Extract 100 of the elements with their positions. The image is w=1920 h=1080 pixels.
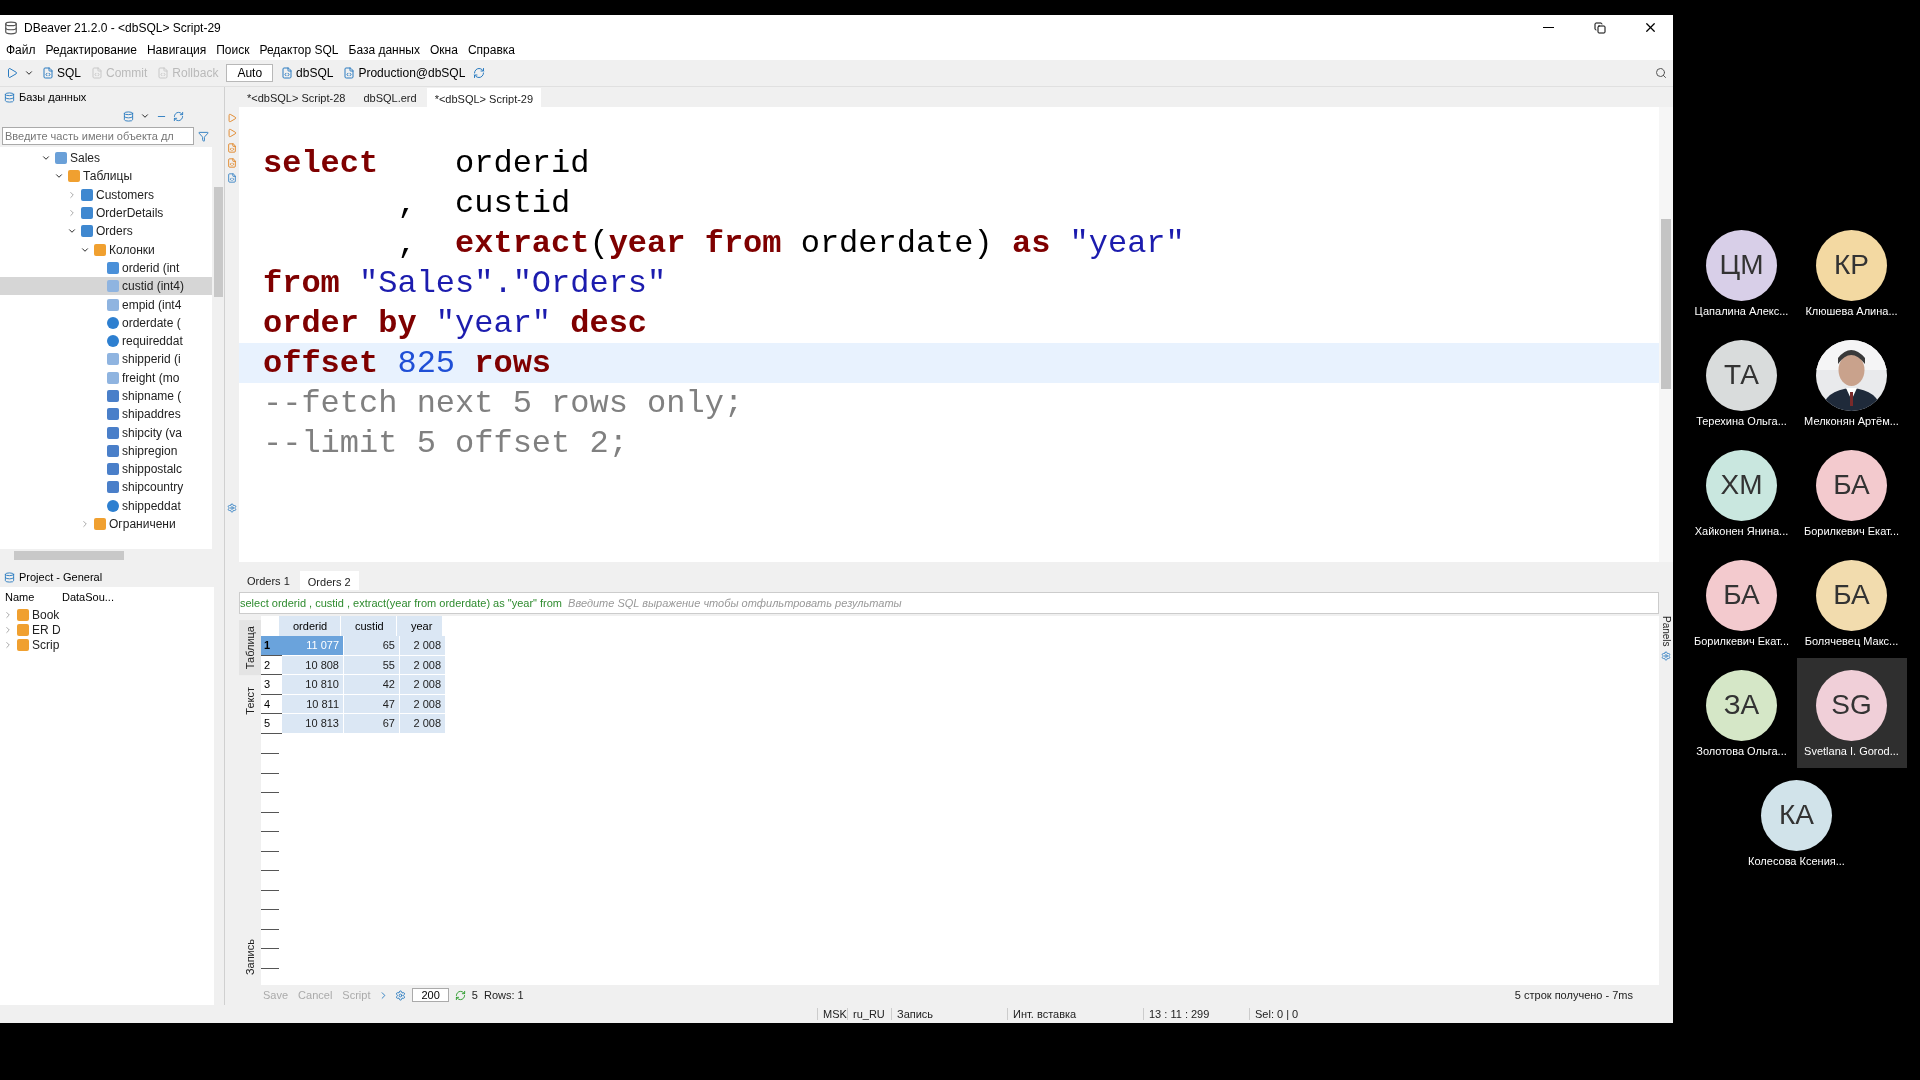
- tree-item[interactable]: shipname (: [0, 386, 212, 406]
- tree-item[interactable]: ER D: [0, 622, 214, 638]
- tree-item[interactable]: Orders: [0, 222, 212, 241]
- document-icon: [157, 67, 170, 79]
- avatar: БА: [1816, 559, 1887, 631]
- code-line: select orderid: [262, 143, 591, 183]
- table-cell: 2 008: [400, 655, 446, 675]
- toolbar-button[interactable]: Production@dbSQL: [341, 63, 468, 83]
- collapsed-chevron-icon[interactable]: [80, 519, 90, 530]
- participant-name: Золотова Ольга...: [1696, 744, 1787, 757]
- status-item: MSK: [817, 1008, 847, 1020]
- view-tab[interactable]: Таблица: [239, 620, 261, 676]
- query-filter-bar[interactable]: select orderid , custid , extract(year from orderdate) as "year" from Введите SQL выражение чтобы отфильтровать результаты: [239, 592, 1659, 614]
- participant-tile[interactable]: БА Болячевец Макс...: [1796, 548, 1907, 658]
- tree-item[interactable]: shipcountry: [0, 478, 212, 497]
- refresh-icon[interactable]: [473, 67, 486, 79]
- tree-item[interactable]: Колонки: [0, 240, 212, 259]
- script-icon[interactable]: [227, 143, 237, 153]
- code-line: , custid: [396, 183, 572, 223]
- tree-item[interactable]: Customers: [0, 185, 212, 204]
- script-icon[interactable]: [227, 158, 237, 168]
- toolbar-button[interactable]: SQL: [40, 63, 83, 83]
- tree-item[interactable]: shipregion: [0, 441, 212, 461]
- tree-item[interactable]: requireddat: [0, 331, 212, 351]
- tree-item[interactable]: Таблицы: [0, 167, 212, 186]
- participant-tile[interactable]: БА Борилкевич Екат...: [1796, 438, 1907, 548]
- filter-icon[interactable]: [198, 130, 209, 142]
- menu-item[interactable]: Редактор SQL: [259, 43, 339, 57]
- table-cell: 67: [344, 714, 400, 734]
- search-icon[interactable]: [1655, 67, 1667, 79]
- refresh-icon[interactable]: [454, 989, 466, 1001]
- caret-icon[interactable]: [140, 111, 150, 121]
- new-connection-icon[interactable]: [123, 110, 134, 122]
- column-header[interactable]: orderid: [279, 616, 341, 636]
- fetch-size-field[interactable]: 200: [412, 988, 449, 1002]
- tree-item[interactable]: custid (int4): [0, 277, 212, 296]
- participant-tile[interactable]: КР Клюшева Алина...: [1796, 218, 1907, 328]
- participant-tile[interactable]: ЗА Золотова Ольга...: [1686, 658, 1797, 768]
- minimize-icon: [1543, 27, 1554, 28]
- tree-item[interactable]: shippostalc: [0, 460, 212, 479]
- table-cell: 42: [344, 675, 400, 695]
- result-tab[interactable]: Orders 1: [239, 571, 298, 590]
- participant-tile[interactable]: ЦМ Цапалина Алекс...: [1686, 218, 1797, 328]
- tree-item[interactable]: Scrip: [0, 637, 214, 653]
- tree-item[interactable]: orderdate (: [0, 313, 212, 332]
- settings-icon[interactable]: [227, 503, 237, 513]
- filter-field[interactable]: Введите часть имени объекта дл: [2, 127, 194, 145]
- participant-tile[interactable]: ХМ Хайконен Янина...: [1686, 438, 1797, 548]
- commit-mode-field[interactable]: Auto: [226, 64, 274, 82]
- menu-item[interactable]: Поиск: [216, 43, 250, 57]
- collapsed-chevron-icon[interactable]: [67, 189, 77, 200]
- menu-item[interactable]: База данных: [348, 43, 420, 57]
- caret-icon[interactable]: [24, 68, 34, 78]
- table-cell: 2 008: [400, 675, 446, 695]
- participant-tile[interactable]: ТА Терехина Ольга...: [1686, 328, 1797, 438]
- document-icon: [42, 67, 54, 79]
- participant-tile[interactable]: КА Колесова Ксения...: [1686, 768, 1907, 878]
- status-item: 13 : 11 : 299: [1143, 1008, 1249, 1020]
- tree-item[interactable]: Sales: [0, 149, 212, 168]
- script-icon[interactable]: [227, 173, 237, 183]
- status-item: ru_RU: [847, 1008, 891, 1020]
- collapsed-chevron-icon[interactable]: [67, 208, 77, 219]
- participant-name: Борилкевич Екат...: [1693, 634, 1790, 647]
- menu-item[interactable]: Файл: [6, 43, 36, 57]
- fetch-count: 5: [471, 989, 478, 1001]
- row-number[interactable]: 1: [261, 636, 282, 656]
- view-tab[interactable]: Текст: [239, 681, 261, 721]
- column-header[interactable]: year: [397, 616, 443, 636]
- tree-item[interactable]: orderid (int: [0, 258, 212, 278]
- status-item: Инт. вставка: [1007, 1008, 1143, 1020]
- avatar: ЗА: [1706, 669, 1777, 741]
- menu-item[interactable]: Справка: [467, 43, 515, 57]
- menu-item[interactable]: Редактирование: [45, 43, 137, 57]
- window-title: DBeaver 21.2.0 - <dbSQL> Script-29: [24, 20, 222, 35]
- menu-item[interactable]: Навигация: [146, 43, 207, 57]
- tree-item[interactable]: OrderDetails: [0, 203, 212, 223]
- settings-icon[interactable]: [395, 989, 407, 1001]
- table-cell: 47: [344, 694, 400, 714]
- participant-tile[interactable]: Мелконян Артём...: [1796, 328, 1907, 438]
- tree-item[interactable]: empid (int4: [0, 295, 212, 314]
- tree-item[interactable]: Ограничени: [0, 514, 212, 534]
- participant-tile[interactable]: БА Борилкевич Екат...: [1686, 548, 1797, 658]
- tree-item[interactable]: freight (mo: [0, 368, 212, 387]
- editor-tab[interactable]: *<dbSQL> Script-29: [426, 88, 542, 107]
- run-icon[interactable]: [6, 67, 18, 79]
- tree-item[interactable]: shipaddres: [0, 405, 212, 424]
- code-line: --limit 5 offset 2;: [262, 423, 629, 463]
- menu-item[interactable]: Окна: [430, 43, 458, 57]
- tree-item[interactable]: shippeddat: [0, 496, 212, 515]
- participant-tile[interactable]: SG Svetlana I. Gorod...: [1796, 658, 1907, 768]
- tree-item[interactable]: shipcity (va: [0, 423, 212, 442]
- toolbar-button[interactable]: dbSQL: [279, 63, 336, 83]
- result-tab[interactable]: Orders 2: [299, 571, 359, 590]
- editor-tab[interactable]: *<dbSQL> Script-28: [239, 88, 354, 107]
- tree-item[interactable]: shipperid (i: [0, 350, 212, 369]
- tree-item[interactable]: Book: [0, 607, 214, 623]
- column-header[interactable]: custid: [341, 616, 397, 636]
- editor-tab[interactable]: dbSQL.erd: [355, 88, 425, 107]
- view-tab[interactable]: Запись: [239, 932, 261, 981]
- panels-tab[interactable]: Panels: [1660, 616, 1672, 647]
